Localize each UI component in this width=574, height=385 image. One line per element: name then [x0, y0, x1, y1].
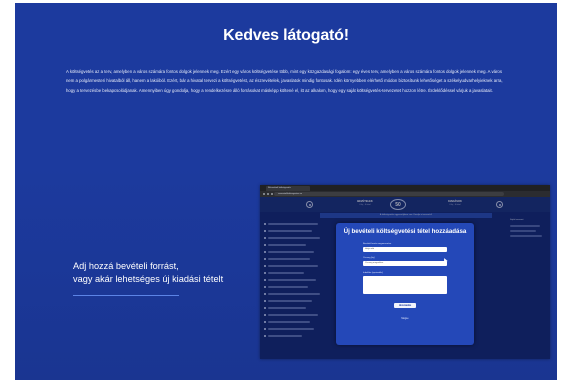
cta-text: Adj hozzá bevételi forrást, vagy akár le…	[73, 260, 253, 286]
add-income-modal: Új bevételi költségvetési tétel hozzáadá…	[336, 223, 474, 345]
add-button[interactable]: Hozzáadás	[394, 303, 416, 308]
cancel-button[interactable]: Mégse	[336, 317, 474, 320]
modal-title: Új bevételi költségvetési tétel hozzáadá…	[343, 228, 467, 235]
address-field: reszvetelikoltsegvetes.ro	[274, 192, 504, 196]
page-title: Kedves látogató!	[223, 27, 349, 44]
cta-underline	[73, 295, 179, 296]
landing-page: Kedves látogató! A költségvetés az a ter…	[15, 3, 557, 380]
amount-label: Összeg (lej)	[363, 257, 375, 259]
intro-paragraph: A költségvetés az a terv, amelyben a vár…	[66, 69, 503, 93]
reload-icon	[271, 193, 273, 195]
app-screenshot: Részvételi költségvetés reszvetelikoltse…	[260, 185, 550, 359]
back-icon	[263, 193, 265, 195]
forward-icon	[267, 193, 269, 195]
source-input[interactable]: Helyi adó	[363, 247, 447, 252]
cta-line-1: Adj hozzá bevételi forrást,	[73, 261, 179, 271]
amount-input[interactable]: Összeg megadása	[363, 261, 447, 266]
cta-line-2: vagy akár lehetséges új kiadási tételt	[73, 274, 224, 284]
reason-textarea[interactable]	[363, 276, 447, 294]
reason-label: Indoklás (opcionális)	[363, 272, 383, 274]
source-label: Bevételi forrás megnevezése	[363, 243, 392, 245]
